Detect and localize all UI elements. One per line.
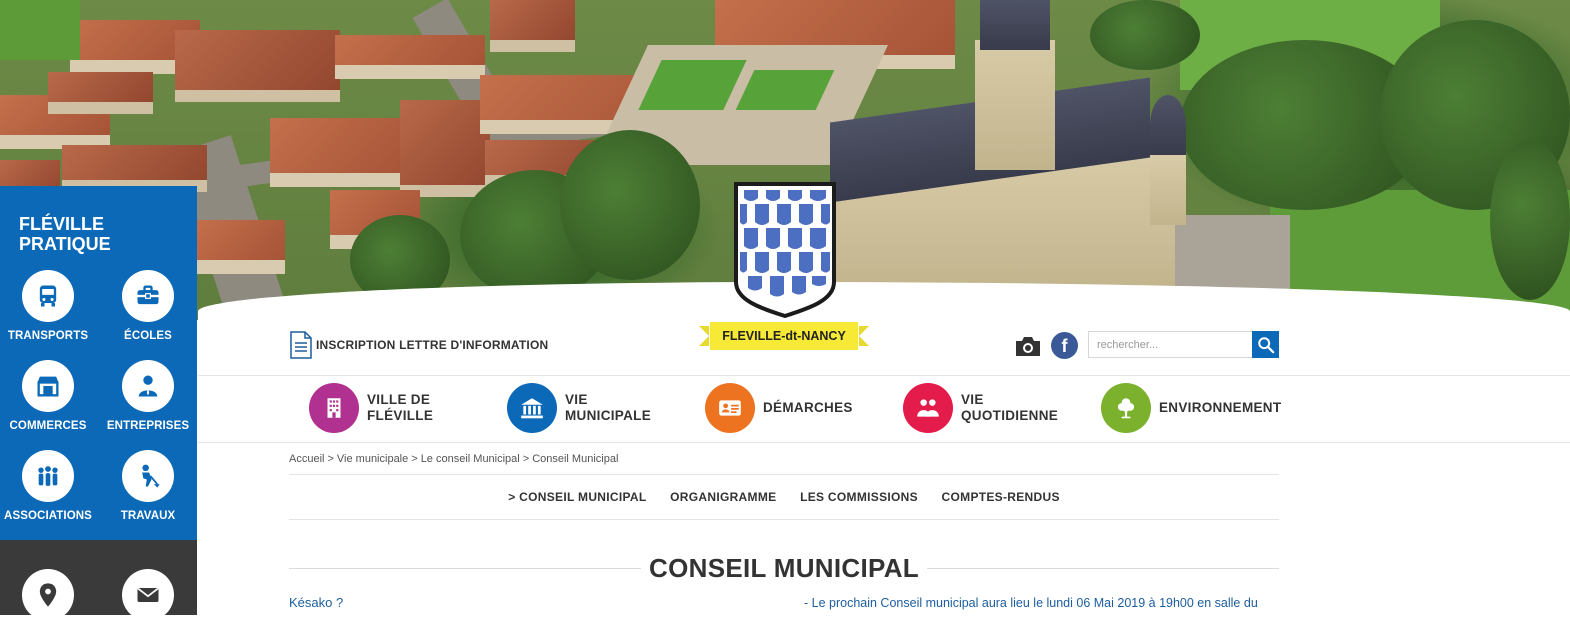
town-name-banner: FLEVILLE-dt-NANCY [710,322,858,350]
building-icon [309,383,359,433]
sidebar-item-entreprises[interactable]: ENTREPRISES [98,360,198,432]
envelope-icon [122,569,174,621]
sidebar-item-travaux[interactable]: TRAVAUX [98,450,198,522]
menu-demarches[interactable]: DÉMARCHES [705,383,873,433]
subnav-comptes-rendus[interactable]: COMPTES-RENDUS [942,490,1060,504]
breadcrumb-current: Conseil Municipal [532,453,619,465]
sidebar-contact-area [0,540,197,621]
breadcrumb-home[interactable]: Accueil [289,453,324,465]
menu-ville-de-fleville[interactable]: VILLE DE FLÉVILLE [309,383,477,433]
worker-icon [122,450,174,502]
subnav-conseil-municipal[interactable]: > CONSEIL MUNICIPAL [508,490,646,504]
page-title-block: CONSEIL MUNICIPAL [289,553,1279,584]
sidebar-title: FLÉVILLE PRATIQUE [19,214,111,254]
newsletter-signup-link[interactable]: INSCRIPTION LETTRE D'INFORMATION [289,331,548,359]
facebook-icon[interactable]: f [1051,332,1078,359]
map-pin-icon [22,569,74,621]
banner-tail-right [859,326,869,346]
page-title: CONSEIL MUNICIPAL [641,553,927,584]
search-button[interactable] [1252,331,1279,358]
town-hall-icon [507,383,557,433]
sidebar-item-transports[interactable]: TRANSPORTS [0,270,98,342]
sidebar-item-map[interactable] [0,569,98,621]
search-icon [1257,336,1274,353]
document-icon [290,331,312,359]
family-icon [903,383,953,433]
menu-environnement[interactable]: ENVIRONNEMENT [1101,383,1289,433]
businessman-icon [122,360,174,412]
camera-icon[interactable] [1014,334,1042,358]
menu-vie-municipale[interactable]: VIE MUNICIPALE [507,383,675,433]
breadcrumb: Accueil > Vie municipale > Le conseil Munici… [289,453,619,465]
section-heading-kesako: Késako ? [289,595,344,610]
menu-vie-quotidienne[interactable]: VIE QUOTIDIENNE [903,383,1071,433]
banner-tail-left [699,326,709,346]
divider [289,474,1279,475]
shop-icon [22,360,74,412]
subnav-les-commissions[interactable]: LES COMMISSIONS [800,490,918,504]
id-card-icon [705,383,755,433]
divider [289,519,1279,520]
breadcrumb-vie-municipale[interactable]: Vie municipale [337,453,408,465]
search-input[interactable] [1088,331,1252,358]
next-council-notice: - Le prochain Conseil municipal aura lie… [804,596,1258,610]
divider [198,442,1570,443]
sidebar-item-contact[interactable] [98,569,198,621]
briefcase-icon [122,270,174,322]
subnav-organigramme[interactable]: ORGANIGRAMME [670,490,776,504]
sidebar-item-ecoles[interactable]: ÉCOLES [98,270,198,342]
divider [198,375,1570,376]
sub-navigation: > CONSEIL MUNICIPAL ORGANIGRAMME LES COM… [289,490,1279,504]
sidebar-item-commerces[interactable]: COMMERCES [0,360,98,432]
sidebar-item-associations[interactable]: ASSOCIATIONS [0,450,98,522]
sidebar-fleville-pratique: FLÉVILLE PRATIQUE TRANSPORTS ÉCOLES COMM… [0,186,197,540]
people-icon [22,450,74,502]
tree-icon [1101,383,1151,433]
breadcrumb-le-conseil-municipal[interactable]: Le conseil Municipal [421,453,520,465]
bus-icon [22,270,74,322]
